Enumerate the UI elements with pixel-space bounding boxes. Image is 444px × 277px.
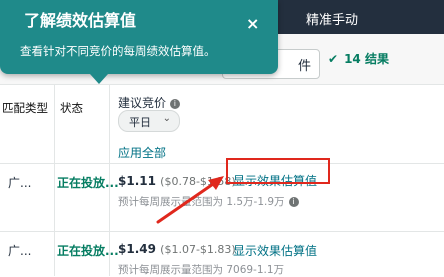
filter-dropdown-label: 件 — [297, 59, 311, 74]
tooltip-pointer — [90, 74, 108, 84]
col-header-match-type[interactable]: 匹配类型 — [2, 100, 54, 116]
weekday-selector[interactable]: 平日 ⌄ — [118, 110, 180, 132]
chevron-down-icon: ⌄ — [162, 113, 171, 124]
tooltip-title: 了解绩效估算值 — [24, 11, 137, 30]
col-header-suggested-bid[interactable]: 建议竞价 i — [118, 94, 180, 111]
table-row: 广... 正在投放... $1.49 ($1.07-$1.83) 显示效果估算值… — [0, 232, 444, 276]
close-icon[interactable]: × — [246, 14, 259, 33]
tooltip-description: 查看针对不同竞价的每周绩效估算值。 — [20, 44, 216, 58]
show-estimates-link[interactable]: 显示效果估算值 — [233, 242, 317, 259]
weekday-label: 平日 — [129, 116, 151, 129]
bid-range: ($1.07-$1.83) — [160, 243, 236, 256]
column-divider — [54, 164, 55, 232]
column-divider — [109, 164, 110, 232]
info-icon[interactable]: i — [288, 197, 299, 207]
bid-value: $1.49 — [118, 242, 156, 256]
results-label: 14 结果 — [344, 52, 389, 66]
column-divider — [109, 85, 110, 163]
row-weekly-estimate: 预计每周展示量范围为 7069-1.1万 — [118, 264, 285, 276]
row-match-type: 广... — [8, 176, 32, 190]
col-header-status[interactable]: 状态 — [60, 100, 83, 116]
performance-estimate-tooltip: 了解绩效估算值 × 查看针对不同竞价的每周绩效估算值。 — [0, 0, 278, 74]
campaign-type-title: 精准手动 — [306, 13, 359, 28]
row-match-type: 广... — [8, 244, 32, 258]
check-icon: ✔ — [328, 52, 339, 66]
info-icon[interactable]: i — [169, 98, 180, 109]
row-suggested-bid: $1.49 ($1.07-$1.83) — [118, 242, 236, 256]
table-header: 匹配类型 状态 建议竞价 i 平日 ⌄ 应用全部 — [0, 85, 444, 164]
arrow-annotation-icon — [156, 176, 224, 224]
column-divider — [109, 232, 110, 276]
column-divider — [54, 85, 55, 163]
column-divider — [54, 232, 55, 276]
results-count: ✔ 14 结果 — [328, 50, 438, 72]
annotation-highlight-box — [226, 158, 330, 184]
apply-all-link[interactable]: 应用全部 — [118, 144, 166, 161]
suggested-bid-label: 建议竞价 — [118, 96, 167, 110]
